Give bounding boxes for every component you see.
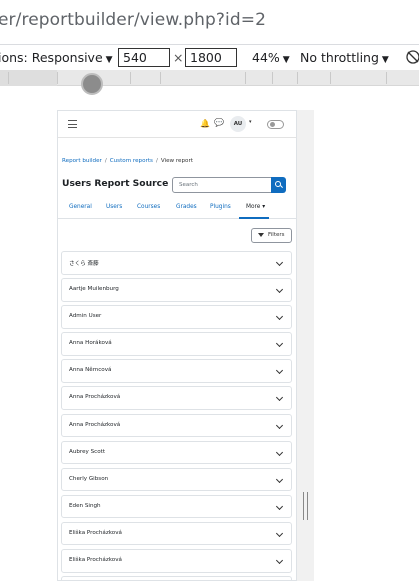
filters-label: Filters bbox=[268, 232, 285, 238]
list-item[interactable]: Admin User bbox=[61, 305, 292, 329]
ruler-tick bbox=[330, 72, 331, 84]
row-name: Eliška Procházková bbox=[69, 529, 122, 536]
ruler-tick bbox=[386, 72, 387, 84]
row-name: Aartje Muilenburg bbox=[69, 286, 119, 293]
tab-courses[interactable]: Courses bbox=[137, 204, 160, 210]
browser-address-bar[interactable]: er/reportbuilder/view.php?id=2 bbox=[0, 0, 419, 44]
ruler-tick bbox=[130, 72, 131, 84]
dimensions-dropdown[interactable]: ions: Responsive ▼ bbox=[0, 50, 113, 65]
list-item[interactable]: Cherly Gibson bbox=[61, 467, 292, 492]
chevron-down-icon[interactable] bbox=[275, 502, 284, 510]
search-input[interactable]: Search bbox=[172, 177, 272, 193]
breadcrumb-current: View report bbox=[160, 158, 193, 164]
row-name: Anna Němcová bbox=[69, 367, 112, 374]
breadcrumb-custom-reports[interactable]: Custom reports bbox=[110, 158, 153, 164]
list-item[interactable]: Eliška Procházková bbox=[61, 549, 292, 573]
row-name: Anna Horáková bbox=[69, 340, 112, 347]
list-item[interactable]: Aartje Muilenburg bbox=[61, 278, 292, 302]
chevron-down-icon[interactable] bbox=[275, 421, 284, 429]
tab-bar: General Users Courses Grades Plugins Mor… bbox=[58, 197, 296, 219]
list-item[interactable]: Anna Němcová bbox=[61, 359, 292, 383]
chevron-down-icon[interactable] bbox=[275, 529, 284, 537]
tab-plugins[interactable]: Plugins bbox=[210, 204, 231, 210]
list-item[interactable]: Eliška Procházková bbox=[61, 521, 292, 546]
times-separator: × bbox=[173, 50, 184, 65]
chevron-down-icon[interactable]: ▾ bbox=[249, 119, 252, 125]
chevron-down-icon[interactable] bbox=[275, 286, 284, 294]
throttling-dropdown[interactable]: No throttling ▼ bbox=[300, 50, 389, 65]
chevron-down-icon[interactable] bbox=[275, 340, 284, 348]
list-item[interactable]: Aubrey Scott bbox=[61, 440, 292, 465]
row-name: Admin User bbox=[69, 313, 102, 320]
ruler-tick bbox=[245, 72, 246, 84]
media-query-ruler bbox=[0, 70, 419, 86]
hamburger-menu-icon[interactable] bbox=[68, 120, 77, 128]
row-name: Aubrey Scott bbox=[69, 448, 106, 455]
tab-users[interactable]: Users bbox=[106, 204, 122, 210]
page-title: Users Report Source bbox=[62, 178, 169, 189]
ruler-tick bbox=[297, 72, 298, 84]
chevron-down-icon[interactable] bbox=[275, 475, 284, 483]
chevron-down-icon[interactable] bbox=[275, 258, 284, 267]
list-item[interactable]: Anna Horáková bbox=[61, 332, 292, 356]
zoom-label: 44% bbox=[252, 50, 280, 65]
chevron-down-icon[interactable] bbox=[275, 556, 284, 565]
filters-button[interactable]: Filters bbox=[251, 228, 292, 243]
chevron-down-icon[interactable] bbox=[275, 367, 284, 375]
row-name: Cherly Gibson bbox=[69, 475, 109, 482]
device-toolbar: ions: Responsive ▼ 540 × 1800 44% ▼ No thr… bbox=[0, 44, 419, 70]
row-name: Anna Procházková bbox=[69, 394, 121, 401]
active-tab-indicator bbox=[239, 217, 269, 219]
avatar[interactable]: AU bbox=[230, 116, 246, 132]
url-text[interactable]: er/reportbuilder/view.php?id=2 bbox=[0, 10, 266, 30]
ruler-tick bbox=[160, 72, 161, 84]
list-item[interactable]: Eden Singh bbox=[61, 494, 292, 519]
chevron-down-icon: ▼ bbox=[105, 55, 113, 65]
ruler-tick bbox=[272, 72, 273, 84]
chevron-down-icon: ▼ bbox=[282, 55, 290, 65]
row-name: Anna Procházková bbox=[69, 421, 121, 428]
edit-mode-toggle[interactable] bbox=[267, 120, 284, 129]
list-item[interactable]: Anna Procházková bbox=[61, 386, 292, 410]
chevron-down-icon: ▼ bbox=[381, 55, 389, 65]
chevron-down-icon[interactable] bbox=[275, 313, 284, 321]
row-name: Eliška Procházková bbox=[69, 557, 122, 564]
zoom-dropdown[interactable]: 44% ▼ bbox=[252, 50, 290, 65]
throttling-label: No throttling bbox=[300, 50, 379, 65]
chevron-down-icon[interactable] bbox=[275, 394, 284, 402]
tab-general[interactable]: General bbox=[69, 204, 92, 210]
ruler-tick bbox=[57, 72, 58, 84]
filter-icon bbox=[258, 233, 264, 237]
rotate-icon[interactable] bbox=[405, 49, 419, 65]
viewport-drag-handle[interactable] bbox=[81, 73, 103, 95]
row-name: さくら 斎藤 bbox=[69, 261, 99, 267]
breadcrumb-separator: / bbox=[104, 158, 107, 164]
breadcrumb-separator: / bbox=[155, 158, 158, 164]
tab-grades[interactable]: Grades bbox=[176, 204, 197, 210]
bell-icon[interactable]: 🔔 bbox=[200, 119, 210, 128]
resize-handle[interactable] bbox=[303, 492, 308, 520]
top-navbar: 🔔 💬 AU ▾ bbox=[58, 111, 296, 138]
height-input[interactable]: 1800 bbox=[185, 48, 237, 67]
chat-icon[interactable]: 💬 bbox=[214, 118, 224, 127]
list-item[interactable]: Anna Procházková bbox=[61, 413, 292, 438]
chevron-down-icon[interactable] bbox=[275, 448, 284, 456]
ruler-tick bbox=[8, 72, 9, 84]
list-item[interactable] bbox=[61, 576, 292, 580]
emulated-page: 🔔 💬 AU ▾ Report builder / Custom reports / V… bbox=[57, 110, 297, 581]
dimensions-label: ions: Responsive bbox=[0, 50, 103, 65]
breadcrumb-report-builder[interactable]: Report builder bbox=[62, 158, 102, 164]
search-button[interactable] bbox=[271, 177, 286, 193]
width-input[interactable]: 540 bbox=[118, 48, 170, 67]
row-name: Eden Singh bbox=[69, 502, 101, 509]
list-item[interactable]: さくら 斎藤 bbox=[61, 251, 292, 275]
report-rows: さくら 斎藤 Aartje Muilenburg Admin User Anna… bbox=[61, 251, 292, 580]
breadcrumb: Report builder / Custom reports / View repor… bbox=[62, 158, 193, 164]
tab-more[interactable]: More ▾ bbox=[246, 204, 265, 210]
